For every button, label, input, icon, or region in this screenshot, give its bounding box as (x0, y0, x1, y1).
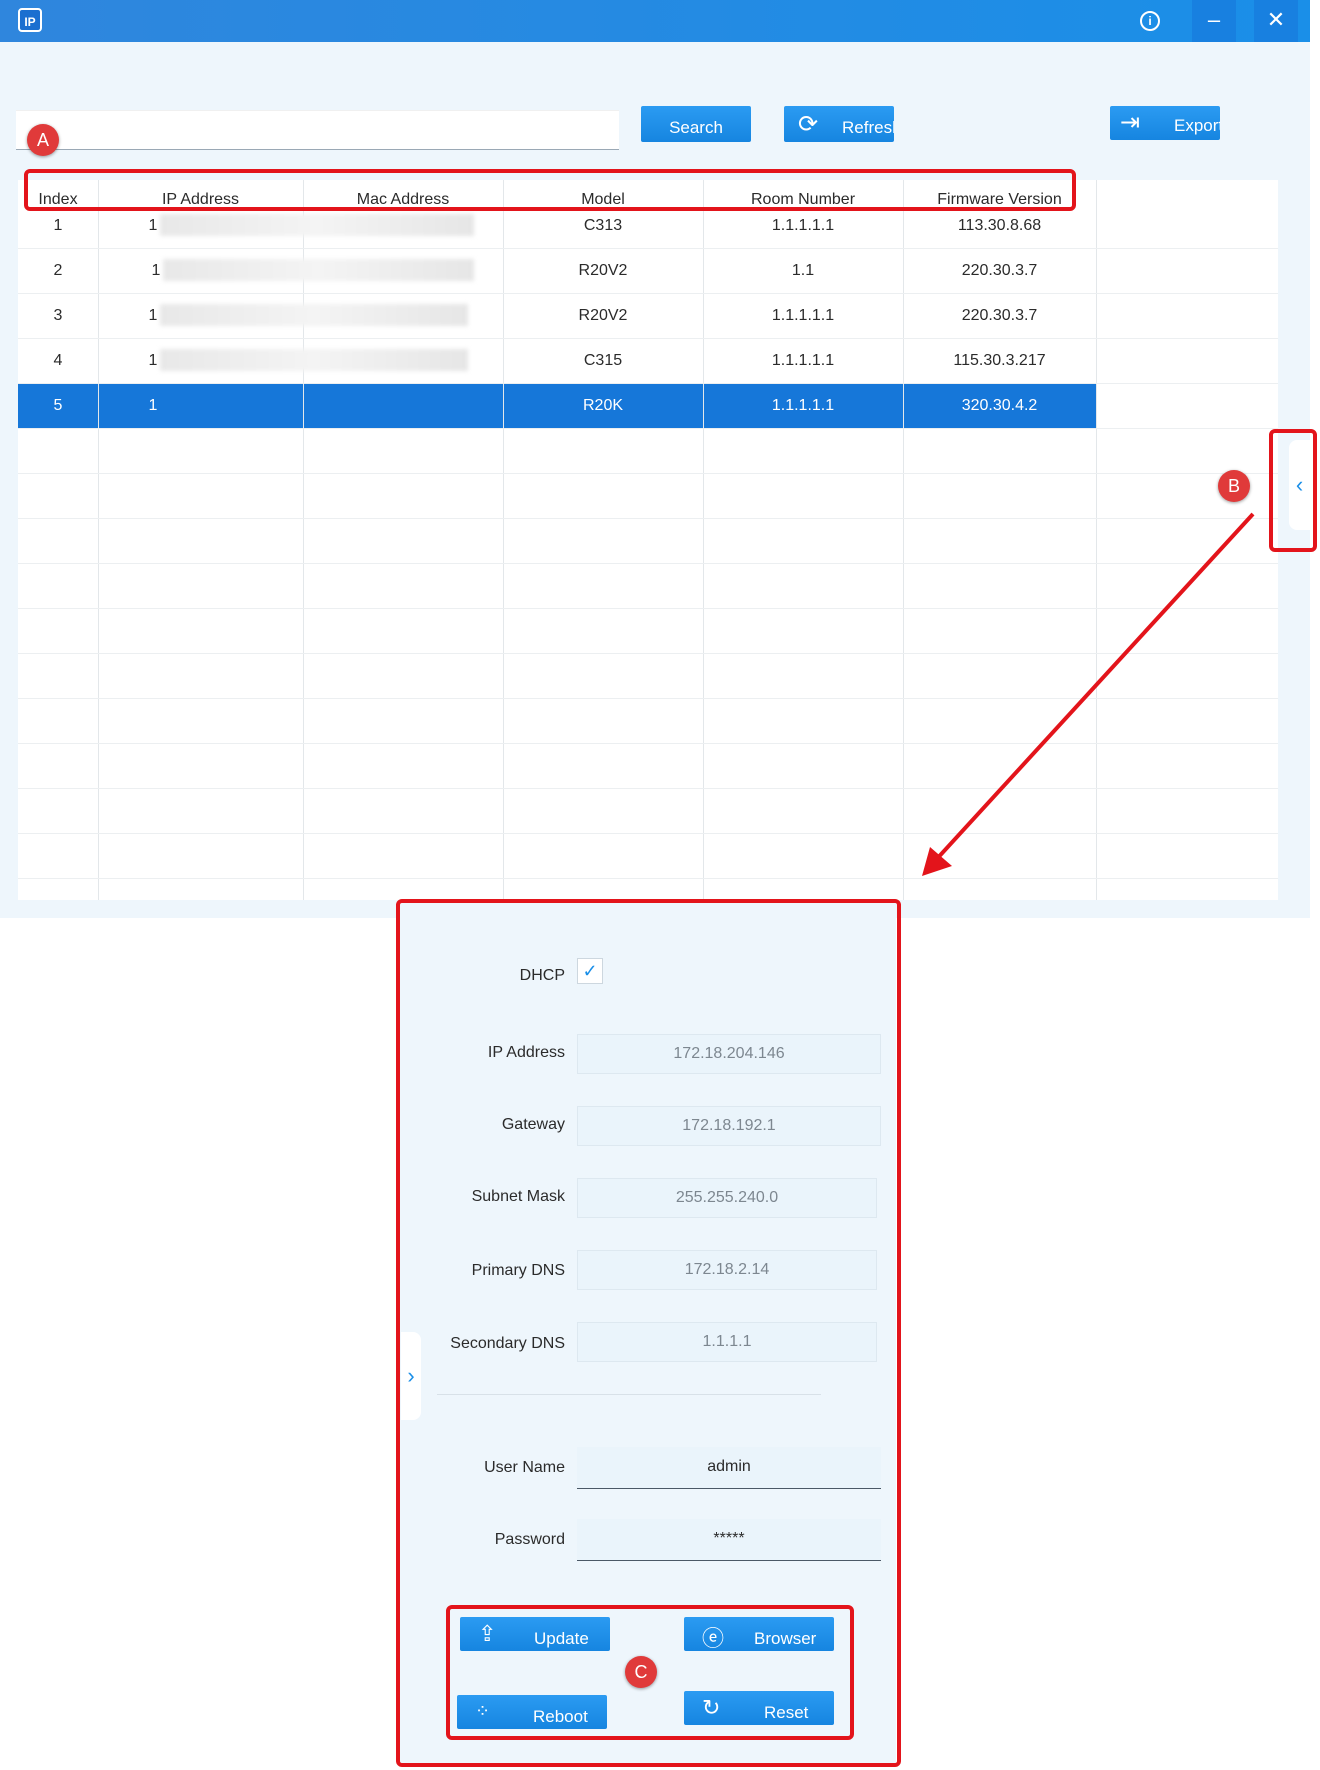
annotation-badge-c: C (625, 1656, 657, 1688)
arrow-head (922, 847, 952, 876)
arrow-line (932, 512, 1255, 864)
